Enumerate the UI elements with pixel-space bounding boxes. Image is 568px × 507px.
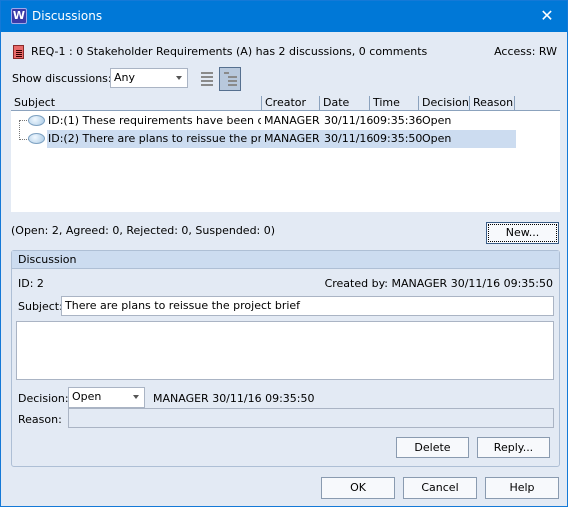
ok-button[interactable]: OK: [321, 477, 395, 499]
status-summary: (Open: 2, Agreed: 0, Rejected: 0, Suspen…: [11, 224, 276, 237]
tree-view-button[interactable]: [219, 67, 241, 91]
close-button[interactable]: ✕: [527, 1, 567, 32]
decision-select[interactable]: Open: [68, 387, 145, 408]
access-label: Access: RW: [494, 45, 557, 58]
discussion-id: ID: 2: [18, 277, 44, 290]
window-title: Discussions: [32, 9, 103, 23]
reason-label: Reason:: [18, 413, 62, 426]
discussion-group-title: Discussion: [12, 251, 559, 269]
chevron-down-icon: [133, 395, 139, 399]
row-creator: MANAGER: [264, 132, 320, 145]
row-subject: ID:(1) These requirements have been capt…: [48, 114, 261, 127]
column-decision[interactable]: Decision: [419, 96, 470, 111]
requirement-info: REQ-1 : 0 Stakeholder Requirements (A) h…: [31, 45, 428, 58]
subject-label: Subject:: [18, 300, 63, 313]
new-button[interactable]: New...: [486, 222, 559, 244]
discussions-dialog: W Discussions ✕ REQ-1 : 0 Stakeholder Re…: [0, 0, 568, 507]
requirement-icon: [13, 45, 24, 59]
discussion-list[interactable]: ID:(1) These requirements have been capt…: [11, 111, 560, 212]
row-date: 30/11/16: [324, 114, 374, 127]
show-discussions-value: Any: [114, 71, 136, 84]
row-decision: Open: [422, 132, 452, 145]
show-discussions-label: Show discussions:: [12, 72, 112, 85]
list-row-selected[interactable]: ID:(2) There are plans to reissue the pr…: [11, 130, 516, 148]
column-creator[interactable]: Creator: [262, 96, 320, 111]
reason-input[interactable]: [68, 408, 554, 428]
show-discussions-select[interactable]: Any: [110, 68, 188, 88]
chevron-down-icon: [176, 76, 182, 80]
discussion-bubble-icon: [28, 133, 45, 144]
discussion-bubble-icon: [28, 115, 45, 126]
subject-input[interactable]: There are plans to reissue the project b…: [61, 296, 554, 316]
discussion-group: Discussion ID: 2 Created by: MANAGER 30/…: [11, 250, 560, 467]
row-decision: Open: [422, 114, 452, 127]
title-bar: W Discussions ✕: [1, 1, 567, 32]
column-subject[interactable]: Subject: [11, 96, 262, 111]
app-icon: W: [11, 8, 27, 24]
created-by-info: Created by: MANAGER 30/11/16 09:35:50: [324, 277, 553, 290]
cancel-button[interactable]: Cancel: [403, 477, 477, 499]
row-creator: MANAGER: [264, 114, 320, 127]
row-time: 09:35:50: [373, 132, 423, 145]
discussion-body-textarea[interactable]: [16, 321, 554, 380]
decision-label: Decision:: [18, 392, 69, 405]
help-button[interactable]: Help: [485, 477, 559, 499]
column-reason[interactable]: Reason: [470, 96, 515, 111]
row-subject: ID:(2) There are plans to reissue the pr…: [48, 132, 261, 145]
list-header: Subject Creator Date Time Decision Reaso…: [11, 94, 560, 111]
flat-view-button[interactable]: [197, 68, 217, 90]
decision-value: Open: [72, 390, 102, 403]
column-date[interactable]: Date: [320, 96, 370, 111]
list-row[interactable]: ID:(1) These requirements have been capt…: [11, 112, 516, 130]
column-time[interactable]: Time: [370, 96, 419, 111]
row-time: 09:35:36: [373, 114, 423, 127]
row-date: 30/11/16: [324, 132, 374, 145]
delete-button[interactable]: Delete: [396, 437, 469, 458]
reply-button[interactable]: Reply...: [477, 437, 550, 458]
decision-info: MANAGER 30/11/16 09:35:50: [153, 392, 315, 405]
